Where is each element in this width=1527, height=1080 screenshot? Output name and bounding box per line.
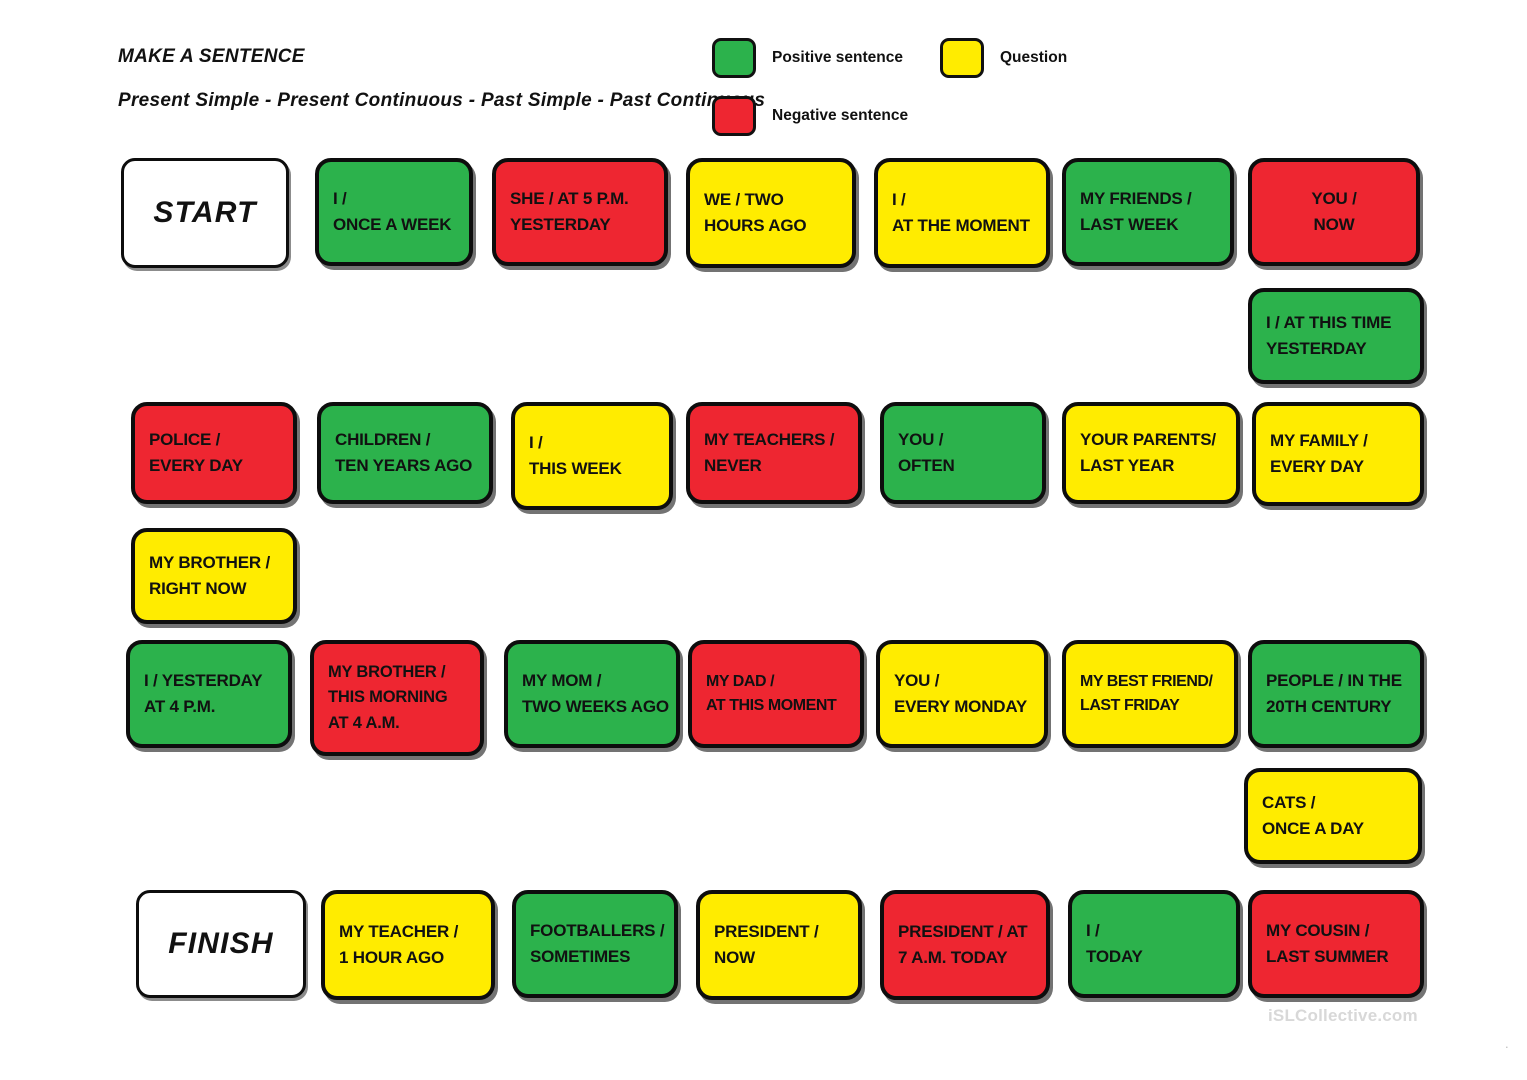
card-text-line: I / [892, 190, 906, 210]
card-text-line: WE / TWO [704, 190, 784, 210]
card-text-line: TEN YEARS AGO [335, 456, 473, 475]
card-text-line: LAST FRIDAY [1080, 697, 1180, 714]
board-card-r1c4[interactable]: WE / TWO HOURS AGO [686, 158, 856, 268]
card-text-line: YOU / [1311, 189, 1357, 209]
card-text-line: EVERY MONDAY [894, 697, 1028, 716]
board-card-r3c7[interactable]: PEOPLE / IN THE 20TH CENTURY [1248, 640, 1424, 748]
card-text-line: MY BROTHER / [149, 553, 271, 573]
card-text-line: AT THIS MOMENT [706, 697, 837, 714]
board-card-r2c1[interactable]: POLICE / EVERY DAY [131, 402, 297, 504]
card-text-line: LAST YEAR [1080, 456, 1175, 475]
board-card-link3[interactable]: CATS / ONCE A DAY [1244, 768, 1422, 864]
site-watermark: iSLCollective.com [1268, 1006, 1418, 1025]
card-text-line: FINISH [168, 927, 274, 961]
card-text-line: EVERY DAY [1270, 457, 1364, 476]
board-card-r1c3[interactable]: SHE / AT 5 P.M. YESTERDAY [492, 158, 668, 266]
board-card-r3c2[interactable]: MY BROTHER / THIS MORNING AT 4 A.M. [310, 640, 484, 756]
board-card-r1c2[interactable]: I / ONCE A WEEK [315, 158, 473, 266]
card-text-line: SOMETIMES [530, 947, 631, 966]
card-text-line: FOOTBALLERS / [530, 921, 665, 941]
card-text-line: THIS WEEK [529, 459, 622, 478]
card-text-line: I / YESTERDAY [144, 671, 263, 691]
card-text-line: OFTEN [898, 456, 955, 475]
card-text-line: START [153, 196, 257, 230]
card-text-line: TODAY [1086, 947, 1143, 966]
card-text-line: AT 4 A.M. [328, 713, 400, 732]
card-text-line: MY TEACHER / [339, 922, 459, 942]
card-text-line: RIGHT NOW [149, 579, 247, 598]
card-text-line: PRESIDENT / [714, 922, 819, 942]
board-card-r3c1[interactable]: I / YESTERDAY AT 4 P.M. [126, 640, 292, 748]
card-text-line: I / [1086, 921, 1100, 941]
card-text-line: YESTERDAY [510, 215, 611, 234]
card-text-line: MY COUSIN / [1266, 921, 1370, 941]
card-text-line: LAST SUMMER [1266, 947, 1389, 966]
board-card-link1[interactable]: I / AT THIS TIME YESTERDAY [1248, 288, 1424, 384]
card-text-line: EVERY DAY [149, 456, 243, 475]
card-text-line: 20TH CENTURY [1266, 697, 1392, 716]
card-text-line: PEOPLE / IN THE [1266, 671, 1402, 691]
board-card-r4c2[interactable]: MY TEACHER / 1 HOUR AGO [321, 890, 495, 1000]
board-card-r1c7[interactable]: YOU / NOW [1248, 158, 1420, 266]
board-card-r3c5[interactable]: YOU / EVERY MONDAY [876, 640, 1048, 748]
card-text-line: MY DAD / [706, 672, 775, 690]
card-text-line: LAST WEEK [1080, 215, 1179, 234]
card-text-line: MY TEACHERS / [704, 430, 835, 450]
card-text-line: MY BEST FRIEND/ [1080, 672, 1213, 690]
board-card-r1c5[interactable]: I / AT THE MOMENT [874, 158, 1050, 268]
board-card-start[interactable]: START [121, 158, 289, 268]
card-text-line: THIS MORNING [328, 688, 448, 707]
card-text-line: CATS / [1262, 793, 1316, 813]
card-text-line: MY FRIENDS / [1080, 189, 1192, 209]
card-text-line: POLICE / [149, 430, 221, 450]
board-card-r3c3[interactable]: MY MOM / TWO WEEKS AGO [504, 640, 680, 748]
board-card-r3c4[interactable]: MY DAD / AT THIS MOMENT [688, 640, 864, 748]
card-text-line: AT 4 P.M. [144, 697, 216, 716]
card-text-line: YESTERDAY [1266, 339, 1367, 358]
board-card-r4c7[interactable]: MY COUSIN / LAST SUMMER [1248, 890, 1424, 998]
card-text-line: I / [333, 189, 347, 209]
card-text-line: YOUR PARENTS/ [1080, 430, 1216, 450]
card-text-line: I / AT THIS TIME [1266, 313, 1392, 333]
board-card-r2c4[interactable]: MY TEACHERS / NEVER [686, 402, 862, 504]
card-text-line: NEVER [704, 456, 762, 475]
card-text-line: ONCE A DAY [1262, 819, 1364, 838]
board-card-r2c5[interactable]: YOU / OFTEN [880, 402, 1046, 504]
board-card-r2c6[interactable]: YOUR PARENTS/LAST YEAR [1062, 402, 1240, 504]
card-text-line: MY MOM / [522, 671, 602, 691]
board-card-r2c3[interactable]: I / THIS WEEK [511, 402, 673, 510]
board-game-grid: START I / ONCE A WEEK SHE / AT 5 P.M. YESTER… [0, 0, 1527, 1080]
card-text-line: MY BROTHER / [328, 662, 446, 681]
card-text-line: YOU / [894, 671, 940, 691]
card-text-line: HOURS AGO [704, 216, 807, 235]
board-card-r2c7[interactable]: MY FAMILY / EVERY DAY [1252, 402, 1424, 506]
card-text-line: CHILDREN / [335, 430, 431, 450]
board-card-r4c4[interactable]: PRESIDENT / NOW [696, 890, 862, 1000]
board-card-link2[interactable]: MY BROTHER / RIGHT NOW [131, 528, 297, 624]
card-text-line: SHE / AT 5 P.M. [510, 189, 629, 209]
card-text-line: 7 A.M. TODAY [898, 948, 1008, 967]
board-card-r1c6[interactable]: MY FRIENDS / LAST WEEK [1062, 158, 1234, 266]
card-text-line: I / [529, 433, 543, 453]
card-text-line: TWO WEEKS AGO [522, 697, 669, 716]
card-text-line: YOU / [898, 430, 944, 450]
card-text-line: NOW [714, 948, 755, 967]
card-text-line: PRESIDENT / AT [898, 922, 1028, 942]
card-text-line: ONCE A WEEK [333, 215, 452, 234]
card-text-line: MY FAMILY / [1270, 431, 1368, 451]
board-card-r4c6[interactable]: I / TODAY [1068, 890, 1240, 998]
card-text-line: AT THE MOMENT [892, 216, 1030, 235]
card-text-line: NOW [1313, 215, 1355, 234]
corner-mark: . [1505, 1036, 1509, 1051]
board-card-r2c2[interactable]: CHILDREN / TEN YEARS AGO [317, 402, 493, 504]
board-card-r3c6[interactable]: MY BEST FRIEND/LAST FRIDAY [1062, 640, 1238, 748]
card-text-line: 1 HOUR AGO [339, 948, 445, 967]
board-card-r4c5[interactable]: PRESIDENT / AT 7 A.M. TODAY [880, 890, 1050, 1000]
board-card-r4c3[interactable]: FOOTBALLERS / SOMETIMES [512, 890, 678, 998]
board-card-finish[interactable]: FINISH [136, 890, 306, 998]
